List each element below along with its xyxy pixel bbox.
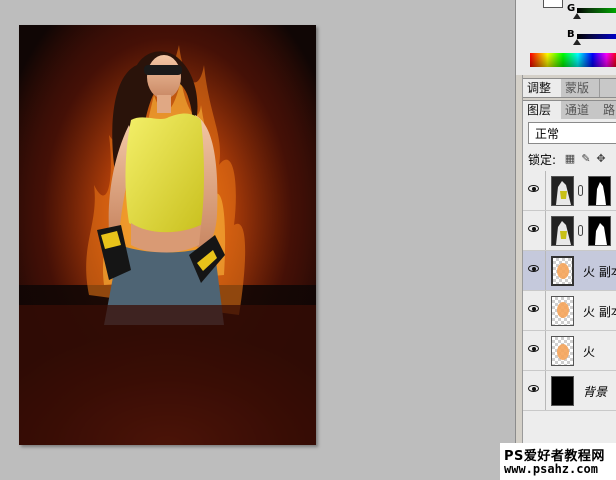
layer-thumbnail: [551, 336, 574, 366]
mask-link-icon[interactable]: [578, 225, 583, 236]
tab-paths[interactable]: 路: [599, 101, 616, 119]
watermark: PS爱好者教程网 www.psahz.com: [500, 443, 616, 480]
layer-name: 背景: [583, 385, 608, 399]
layer-row[interactable]: [523, 171, 616, 211]
visibility-toggle[interactable]: [523, 251, 546, 290]
lock-move-icon[interactable]: ✥: [595, 153, 607, 165]
mask-link-icon[interactable]: [578, 185, 583, 196]
layer-row-selected[interactable]: 火 副本: [523, 251, 616, 291]
layer-thumbnail: [551, 296, 574, 326]
eye-icon: [528, 225, 539, 232]
eye-icon: [528, 265, 539, 272]
watermark-url: www.psahz.com: [504, 462, 598, 476]
lock-label: 锁定:: [528, 153, 557, 167]
fire-portrait-image: [19, 25, 316, 445]
color-spectrum-bar[interactable]: [530, 53, 616, 67]
visibility-toggle[interactable]: [523, 211, 546, 250]
tab-channels[interactable]: 通道: [561, 101, 600, 119]
eye-icon: [528, 185, 539, 192]
lock-brush-icon[interactable]: ✎: [580, 153, 592, 165]
slider-g-track[interactable]: [577, 8, 616, 13]
layer-row[interactable]: 火 副本: [523, 291, 616, 331]
adjust-tab-row: 调整 蒙版: [523, 78, 616, 98]
layers-panel: 正常 锁定: ▦ ✎ ✥ 火 副 火 副 火 背景: [523, 119, 616, 480]
visibility-toggle[interactable]: [523, 291, 546, 330]
tab-mask[interactable]: 蒙版: [561, 79, 600, 97]
canvas-area[interactable]: [0, 0, 515, 480]
layer-thumbnail: [551, 376, 574, 406]
color-panel: G B: [516, 0, 616, 75]
eye-icon: [528, 385, 539, 392]
layer-thumbnail: [551, 176, 574, 206]
layer-name: 火 副本: [583, 305, 616, 319]
eye-icon: [528, 305, 539, 312]
layer-row-background[interactable]: 背景: [523, 371, 616, 411]
document-image[interactable]: [19, 25, 316, 445]
eye-icon: [528, 345, 539, 352]
tab-adjust[interactable]: 调整: [523, 79, 562, 97]
layer-name: 火 副本: [583, 265, 616, 279]
visibility-toggle[interactable]: [523, 171, 546, 210]
layer-thumbnail: [551, 256, 574, 286]
visibility-toggle[interactable]: [523, 371, 546, 410]
layer-thumbnail: [551, 216, 574, 246]
right-panel-dock: G B 调整 蒙版 图层 通道 路 正常 锁定: ▦ ✎ ✥ 火 副 火 副 火…: [515, 0, 616, 480]
layer-row[interactable]: 火: [523, 331, 616, 371]
layer-mask-thumbnail[interactable]: [588, 176, 611, 206]
slider-b-thumb[interactable]: [573, 39, 581, 45]
layer-row[interactable]: [523, 211, 616, 251]
background-color-swatch[interactable]: [543, 0, 563, 8]
slider-b-track[interactable]: [577, 34, 616, 39]
blend-mode-select[interactable]: 正常: [528, 122, 616, 144]
layer-name: 火: [583, 345, 596, 359]
slider-g-thumb[interactable]: [573, 13, 581, 19]
layer-mask-thumbnail[interactable]: [588, 216, 611, 246]
lock-transparent-icon[interactable]: ▦: [564, 153, 576, 165]
layers-tab-row: 图层 通道 路: [523, 100, 616, 120]
visibility-toggle[interactable]: [523, 331, 546, 370]
lock-row: 锁定: ▦ ✎ ✥: [528, 152, 606, 168]
tab-layers[interactable]: 图层: [523, 101, 562, 119]
